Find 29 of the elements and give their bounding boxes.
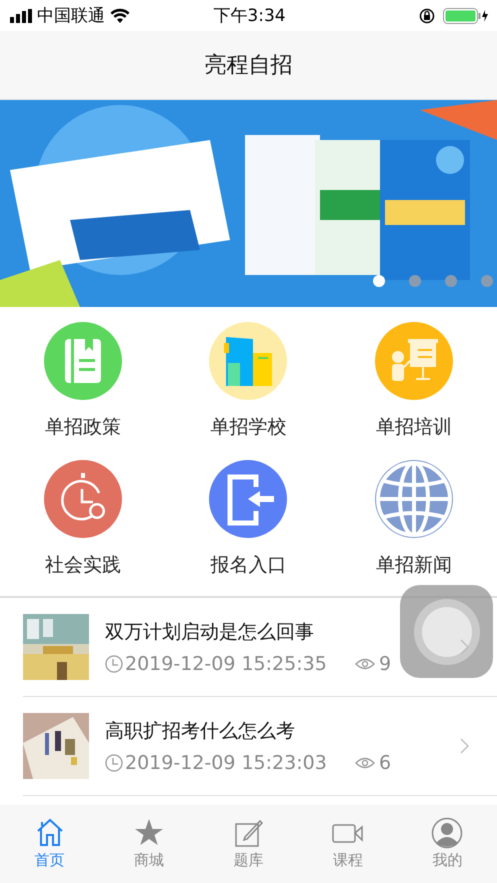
- signal-icon: [10, 8, 32, 22]
- page-title: 亮程自招: [204, 52, 292, 80]
- clock-time: 下午3:34: [212, 5, 287, 27]
- shortcut-label[interactable]: 单招新闻: [376, 552, 452, 578]
- assistive-touch-button[interactable]: [400, 585, 493, 678]
- chevron-icon[interactable]: [460, 639, 469, 655]
- wifi-icon: [110, 8, 130, 23]
- carrier-name: 中国联通: [37, 5, 105, 27]
- pencil-icon: [232, 817, 265, 849]
- news-time: 2019-12-09 15:25:35: [125, 653, 328, 675]
- shortcut-label[interactable]: 单招政策: [44, 414, 121, 440]
- news-time: 2019-12-09 15:23:03: [125, 752, 328, 774]
- clock-icon: [105, 655, 123, 673]
- battery-icon: [443, 8, 490, 24]
- eye-icon: [355, 757, 375, 769]
- view-count: 6: [379, 752, 392, 774]
- user-icon: [431, 817, 464, 849]
- rotation-lock-icon: [419, 8, 436, 24]
- chevron-icon[interactable]: [460, 738, 469, 754]
- shortcut-label[interactable]: 社会实践: [44, 552, 121, 578]
- news-title[interactable]: 双万计划启动是怎么回事: [105, 619, 314, 645]
- tab[interactable]: 首页: [0, 805, 100, 883]
- clock-icon: [105, 754, 123, 772]
- news-title[interactable]: 高职扩招考什么怎么考: [105, 718, 295, 744]
- shortcut-label[interactable]: 单招学校: [210, 414, 286, 440]
- eye-icon: [355, 658, 375, 670]
- shortcut-label[interactable]: 单招培训: [376, 414, 452, 440]
- view-count: 9: [379, 653, 392, 675]
- shortcut-label[interactable]: 报名入口: [210, 552, 286, 578]
